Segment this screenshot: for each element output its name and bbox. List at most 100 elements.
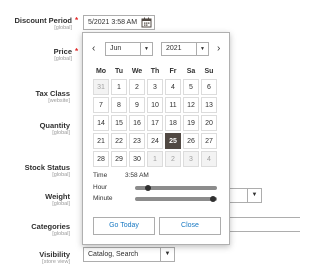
go-today-button[interactable]: Go Today: [93, 217, 155, 235]
calendar-day[interactable]: 27: [201, 133, 217, 149]
weight-select[interactable]: ▼: [226, 188, 262, 203]
time-value: 3:58 AM: [125, 172, 149, 179]
calendar-day[interactable]: 3: [147, 79, 163, 95]
visibility-chevron-down-icon: ▼: [160, 248, 174, 261]
chevron-left-icon[interactable]: ‹: [92, 44, 95, 54]
calendar-day[interactable]: 21: [93, 133, 109, 149]
month-chevron-down-icon: ▼: [140, 43, 152, 55]
categories-row: Categories [global]: [31, 222, 70, 238]
chevron-right-icon[interactable]: ›: [217, 44, 220, 54]
visibility-select[interactable]: Catalog, Search ▼: [83, 247, 175, 262]
calendar-day[interactable]: 1: [111, 79, 127, 95]
price-required-mark: *: [75, 47, 79, 56]
visibility-value: Catalog, Search: [88, 251, 139, 258]
tax-class-row: Tax Class [website]: [36, 89, 70, 105]
calendar-day[interactable]: 5: [183, 79, 199, 95]
weight-scope: [global]: [52, 201, 70, 207]
price-label: Price: [53, 47, 72, 56]
weekday-label: Sa: [186, 67, 196, 75]
visibility-row: Visibility [store view]: [39, 250, 70, 266]
calendar-day[interactable]: 26: [183, 133, 199, 149]
discount-period-row: Discount Period [global]: [14, 16, 72, 32]
hour-slider[interactable]: [135, 184, 217, 191]
calendar-day[interactable]: 11: [165, 97, 181, 113]
calendar-day[interactable]: 23: [129, 133, 145, 149]
categories-select[interactable]: [226, 217, 300, 232]
calendar-grid: Mo Tu We Th Fr Sa Su 31 1 2 3 4 5 6 7 8: [91, 63, 219, 169]
visibility-label: Visibility: [39, 250, 70, 259]
calendar-week: 31 1 2 3 4 5 6: [93, 79, 217, 95]
weekday-label: Th: [150, 67, 160, 75]
weight-label: Weight: [45, 192, 70, 201]
calendar-day-other-month[interactable]: 2: [165, 151, 181, 167]
price-row: Price [global]: [54, 47, 72, 63]
calendar-day[interactable]: 14: [93, 115, 109, 131]
weekday-label: Tu: [114, 67, 124, 75]
weekday-label: Mo: [95, 67, 107, 75]
calendar-day[interactable]: 10: [147, 97, 163, 113]
calendar-day[interactable]: 24: [147, 133, 163, 149]
datepicker-popup: ‹ Jun ▼ 2021 ▼ › Mo Tu We Th Fr Sa Su 31…: [82, 32, 230, 245]
calendar-day[interactable]: 28: [93, 151, 109, 167]
calendar-day[interactable]: 17: [147, 115, 163, 131]
year-chevron-down-icon: ▼: [196, 43, 208, 55]
calendar-week: 28 29 30 1 2 3 4: [93, 151, 217, 167]
minute-slider-handle[interactable]: [209, 195, 216, 202]
weekday-label: Su: [204, 67, 214, 75]
calendar-day[interactable]: 9: [129, 97, 145, 113]
hour-slider-handle[interactable]: [144, 184, 151, 191]
calendar-day-other-month[interactable]: 1: [147, 151, 163, 167]
categories-scope: [global]: [52, 231, 70, 237]
weekday-label: Fr: [169, 67, 177, 75]
discount-period-input[interactable]: 5/2021 3:58 AM: [83, 15, 155, 30]
calendar-day[interactable]: 20: [201, 115, 217, 131]
hour-label: Hour: [93, 184, 108, 191]
minute-slider[interactable]: [135, 195, 217, 202]
calendar-day[interactable]: 16: [129, 115, 145, 131]
calendar-day[interactable]: 7: [93, 97, 109, 113]
calendar-week: 14 15 16 17 18 19 20: [93, 115, 217, 131]
calendar-day[interactable]: 4: [165, 79, 181, 95]
calendar-day[interactable]: 30: [129, 151, 145, 167]
time-label: Time: [93, 172, 108, 179]
quantity-row: Quantity [global]: [40, 121, 70, 137]
calendar-day-other-month[interactable]: 4: [201, 151, 217, 167]
calendar-week: 21 22 23 24 25 26 27: [93, 133, 217, 149]
calendar-day[interactable]: 18: [165, 115, 181, 131]
calendar-day[interactable]: 13: [201, 97, 217, 113]
visibility-scope: [store view]: [42, 259, 70, 265]
calendar-day[interactable]: 19: [183, 115, 199, 131]
stock-status-scope: [global]: [52, 172, 70, 178]
calendar-week: 7 8 9 10 11 12 13: [93, 97, 217, 113]
calendar-day[interactable]: 22: [111, 133, 127, 149]
discount-period-required-mark: *: [75, 16, 79, 25]
quantity-label: Quantity: [39, 121, 70, 130]
tax-class-scope: [website]: [48, 98, 70, 104]
calendar-day-other-month[interactable]: 3: [183, 151, 199, 167]
close-button[interactable]: Close: [159, 217, 221, 235]
calendar-day[interactable]: 15: [111, 115, 127, 131]
weight-select-chevron-down-icon: ▼: [247, 189, 261, 202]
stock-status-label: Stock Status: [24, 163, 70, 172]
weight-row: Weight [global]: [45, 192, 70, 208]
discount-period-scope: [global]: [54, 25, 72, 31]
weekday-label: We: [131, 67, 143, 75]
minute-label: Minute: [93, 195, 113, 202]
calendar-day-selected[interactable]: 25: [165, 133, 181, 149]
year-select[interactable]: 2021 ▼: [161, 42, 209, 56]
calendar-day-other-month[interactable]: 31: [93, 79, 109, 95]
categories-label: Categories: [31, 222, 70, 231]
calendar-day[interactable]: 29: [111, 151, 127, 167]
calendar-day[interactable]: 6: [201, 79, 217, 95]
tax-class-label: Tax Class: [35, 89, 70, 98]
month-select[interactable]: Jun ▼: [105, 42, 153, 56]
price-scope: [global]: [54, 56, 72, 62]
discount-period-value: 5/2021 3:58 AM: [88, 19, 138, 26]
weekday-header: Mo Tu We Th Fr Sa Su: [93, 65, 217, 77]
calendar-day[interactable]: 8: [111, 97, 127, 113]
month-value: Jun: [110, 45, 122, 52]
calendar-day[interactable]: 2: [129, 79, 145, 95]
calendar-day[interactable]: 12: [183, 97, 199, 113]
calendar-icon[interactable]: [141, 17, 152, 28]
stock-status-row: Stock Status [global]: [25, 163, 70, 179]
